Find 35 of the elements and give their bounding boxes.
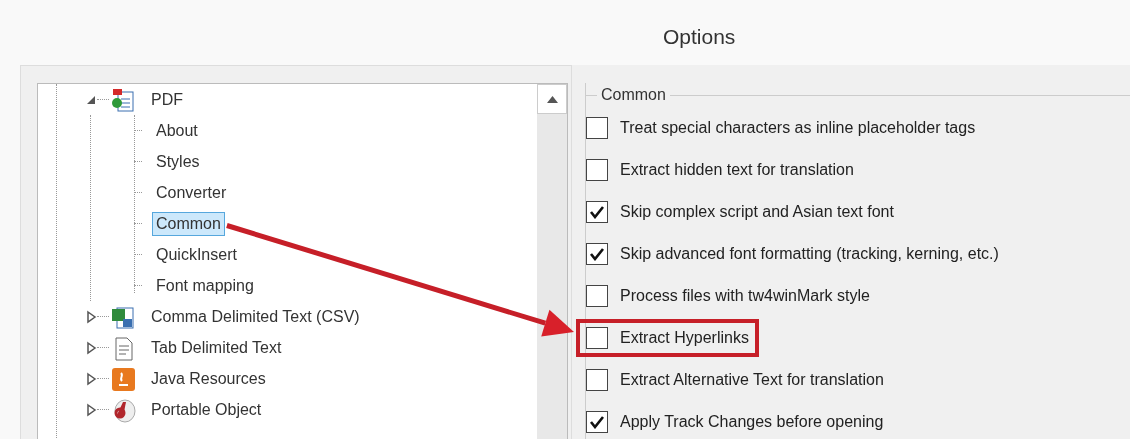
checkbox[interactable] — [586, 159, 608, 181]
checkbox[interactable] — [586, 327, 608, 349]
tree-item[interactable]: Styles — [152, 149, 204, 174]
option-label: Skip complex script and Asian text font — [620, 202, 894, 222]
up-arrow-icon — [546, 95, 558, 103]
tree-item[interactable]: Font mapping — [152, 273, 258, 298]
tree-item[interactable]: Converter — [152, 180, 231, 205]
expand-icon[interactable] — [85, 309, 97, 324]
checkbox[interactable] — [586, 117, 608, 139]
tree-item[interactable]: About — [152, 118, 202, 143]
window-title: Options — [663, 25, 736, 48]
option-label: Extract Hyperlinks — [620, 328, 749, 348]
checkbox[interactable] — [586, 243, 608, 265]
option-label: Process files with tw4winMark style — [620, 286, 870, 306]
tree-item[interactable]: PDF — [147, 87, 187, 112]
scroll-up-button[interactable] — [537, 84, 567, 114]
checkbox[interactable] — [586, 201, 608, 223]
option-label: Extract hidden text for translation — [620, 160, 854, 180]
checkbox[interactable] — [586, 285, 608, 307]
expand-icon[interactable] — [85, 371, 97, 386]
checkbox[interactable] — [586, 369, 608, 391]
option-label: Apply Track Changes before opening — [620, 412, 884, 432]
tree-item[interactable]: Portable Object — [147, 397, 266, 422]
option-label: Extract Alternative Text for translation — [620, 370, 884, 390]
group-title: Common — [600, 85, 667, 105]
tree-item[interactable]: Comma Delimited Text (CSV) — [147, 304, 364, 329]
expand-icon[interactable] — [85, 340, 97, 355]
tree-item[interactable]: QuickInsert — [152, 242, 241, 267]
option-label: Treat special characters as inline placeholder tags — [620, 118, 976, 138]
option-label: Skip advanced font formatting (tracking, kerning, etc.) — [620, 244, 999, 264]
expand-icon[interactable] — [85, 402, 97, 417]
tree-item[interactable]: Java Resources — [147, 366, 270, 391]
checkbox[interactable] — [586, 411, 608, 433]
tree-item[interactable]: Common — [152, 211, 225, 236]
tree-item[interactable]: Tab Delimited Text — [147, 335, 286, 360]
